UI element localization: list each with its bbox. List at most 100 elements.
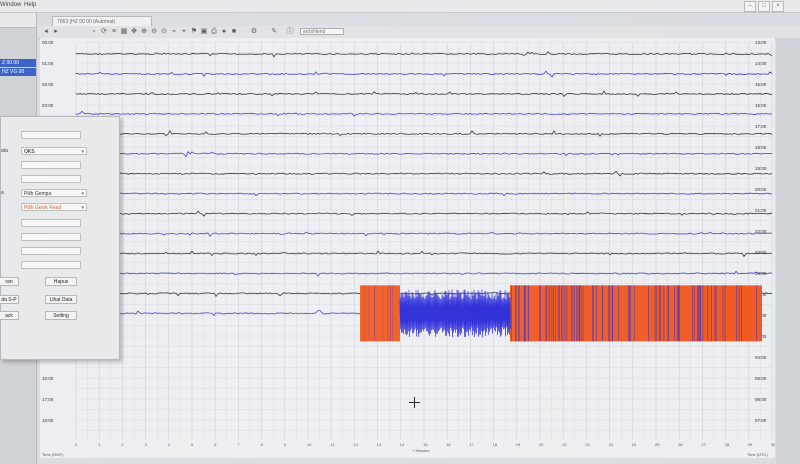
right-time-label: 15:00 — [755, 82, 767, 87]
dialog-field-3[interactable] — [21, 161, 81, 169]
bottom-right-label: Time (UTC) — [747, 452, 768, 457]
x-tick-label: 10 — [307, 442, 312, 447]
dialog-field-10[interactable] — [21, 261, 81, 269]
refresh-icon[interactable]: ⟳ — [100, 28, 108, 36]
close-button[interactable]: × — [772, 1, 784, 12]
record-icon[interactable]: ● — [220, 28, 228, 36]
helicorder-plot[interactable]: 00:00 01:00 02:00 03:00 04:00 05:00 06:00 07:00… — [40, 38, 775, 458]
earthquake-select-value: Pilih Gempa — [24, 191, 52, 197]
filter-icon[interactable]: ⌁ — [170, 28, 178, 36]
back-button[interactable]: ack — [0, 311, 19, 320]
x-tick-label: 5 — [191, 442, 194, 447]
dialog-label-3: a — [1, 190, 4, 196]
right-time-label: 13:00 — [755, 40, 767, 45]
event-dialog: ata OKS ▾ a Pilih Gempa ▾ Pilih Gelok Read… — [0, 116, 120, 360]
right-time-label: 07:00 — [755, 418, 767, 423]
menu-help[interactable]: Help — [24, 2, 36, 8]
dialog-field-4[interactable] — [21, 175, 81, 183]
dialog-field-8[interactable] — [21, 233, 81, 241]
list-icon[interactable]: ≡ — [110, 28, 118, 36]
x-tick-label: 25 — [655, 442, 660, 447]
left-time-label: 18:00 — [42, 418, 54, 423]
right-time-label: 21:00 — [755, 208, 767, 213]
x-tick-label: 29 — [748, 442, 753, 447]
x-tick-label: 6 — [214, 442, 217, 447]
wave-select-value: Pilih Gelok Read — [24, 205, 62, 211]
toolbar-filter-field[interactable]: wctshlend — [300, 28, 344, 35]
pick-icon[interactable]: ⌖ — [180, 28, 188, 36]
wave-select[interactable]: Pilih Gelok Read ▾ — [21, 203, 87, 211]
crosshair-cursor-icon — [409, 397, 420, 408]
tools-icon[interactable]: ✎ — [270, 28, 278, 36]
minimize-button[interactable]: – — [744, 1, 756, 12]
right-time-label: 16:00 — [755, 103, 767, 108]
x-tick-label: 15 — [423, 442, 428, 447]
x-tick-label: 7 — [237, 442, 240, 447]
view-data-button[interactable]: Lihat Data — [45, 295, 77, 304]
info-icon[interactable]: ⓘ — [286, 28, 294, 36]
grid-icon[interactable]: ▦ — [120, 28, 128, 36]
x-tick-label: 28 — [725, 442, 730, 447]
dialog-field-9[interactable] — [21, 247, 81, 255]
settings-icon[interactable]: ⚙ — [250, 28, 258, 36]
maximize-button[interactable]: □ — [758, 1, 770, 12]
zoom-fit-icon[interactable]: ⊙ — [160, 28, 168, 36]
zoom-in-icon[interactable]: ⊕ — [140, 28, 148, 36]
x-tick-label: 27 — [701, 442, 706, 447]
event-burst-blue — [399, 289, 511, 338]
x-tick-label: 26 — [678, 442, 683, 447]
right-time-label: 20:00 — [755, 187, 767, 192]
x-tick-label: 1 — [98, 442, 101, 447]
menu-window[interactable]: Window — [0, 2, 21, 8]
right-time-label: 04:00 — [755, 355, 767, 360]
print-icon[interactable]: ⎙ — [210, 28, 218, 36]
station-item-2[interactable]: HZ VG 00 — [0, 68, 36, 76]
x-tick-label: 8 — [261, 442, 264, 447]
chevron-down-icon: ▾ — [81, 191, 84, 197]
save-icon[interactable]: ▣ — [200, 28, 208, 36]
run-button[interactable]: ran — [0, 277, 19, 286]
stop-icon[interactable]: ■ — [230, 28, 238, 36]
right-time-label: 06:00 — [755, 397, 767, 402]
right-time-label: 19:00 — [755, 166, 767, 171]
x-tick-label: 17 — [469, 442, 474, 447]
x-tick-label: 24 — [632, 442, 637, 447]
seismic-viewer-screen: Window Help – □ × Z 00 00 HZ VG 00 7063 … — [0, 0, 800, 464]
left-time-label: 02:00 — [42, 82, 54, 87]
x-tick-label: 3 — [145, 442, 148, 447]
station-item-1[interactable]: Z 00 00 — [0, 59, 36, 67]
tab-helicorder[interactable]: 7063 (HZ 00 00 (Automat) — [52, 16, 152, 26]
event-burst-orange — [510, 285, 762, 342]
x-tick-label: 16 — [446, 442, 451, 447]
x-tick-label: 13 — [377, 442, 382, 447]
x-tick-label: 4 — [168, 442, 171, 447]
chevron-down-icon: ▾ — [81, 205, 84, 211]
x-tick-label: 9 — [284, 442, 287, 447]
select-icon[interactable]: ▫ — [90, 28, 98, 36]
x-tick-label: 0 — [75, 442, 78, 447]
station-select[interactable]: OKS ▾ — [21, 147, 87, 155]
dialog-field-1[interactable] — [21, 131, 81, 139]
left-time-label: 17:00 — [42, 397, 54, 402]
flag-icon[interactable]: ⚑ — [190, 28, 198, 36]
x-axis-label: + Minutes — [412, 448, 429, 453]
right-time-label: 17:00 — [755, 124, 767, 129]
pan-icon[interactable]: ✥ — [130, 28, 138, 36]
left-time-label: 16:00 — [42, 376, 54, 381]
back-icon[interactable]: ◂ — [42, 28, 50, 36]
dialog-label-1: ata — [1, 148, 8, 154]
chevron-down-icon: ▾ — [81, 149, 84, 155]
helicorder-svg: 00:00 01:00 02:00 03:00 04:00 05:00 06:00 07:00… — [42, 40, 775, 457]
bottom-left-label: Time (GMT) — [42, 452, 64, 457]
left-time-label: 00:00 — [42, 40, 54, 45]
setting-button[interactable]: Setting — [45, 311, 77, 320]
station-select-value: OKS — [24, 149, 35, 155]
earthquake-select[interactable]: Pilih Gempa ▾ — [21, 189, 87, 197]
dialog-field-7[interactable] — [21, 219, 81, 227]
zoom-out-icon[interactable]: ⊖ — [150, 28, 158, 36]
delete-button[interactable]: Hapus — [45, 277, 77, 286]
right-time-label: 14:00 — [755, 61, 767, 66]
s-p-button[interactable]: da S-P — [0, 295, 19, 304]
right-time-label: 23:00 — [755, 250, 767, 255]
forward-icon[interactable]: ▸ — [52, 28, 60, 36]
